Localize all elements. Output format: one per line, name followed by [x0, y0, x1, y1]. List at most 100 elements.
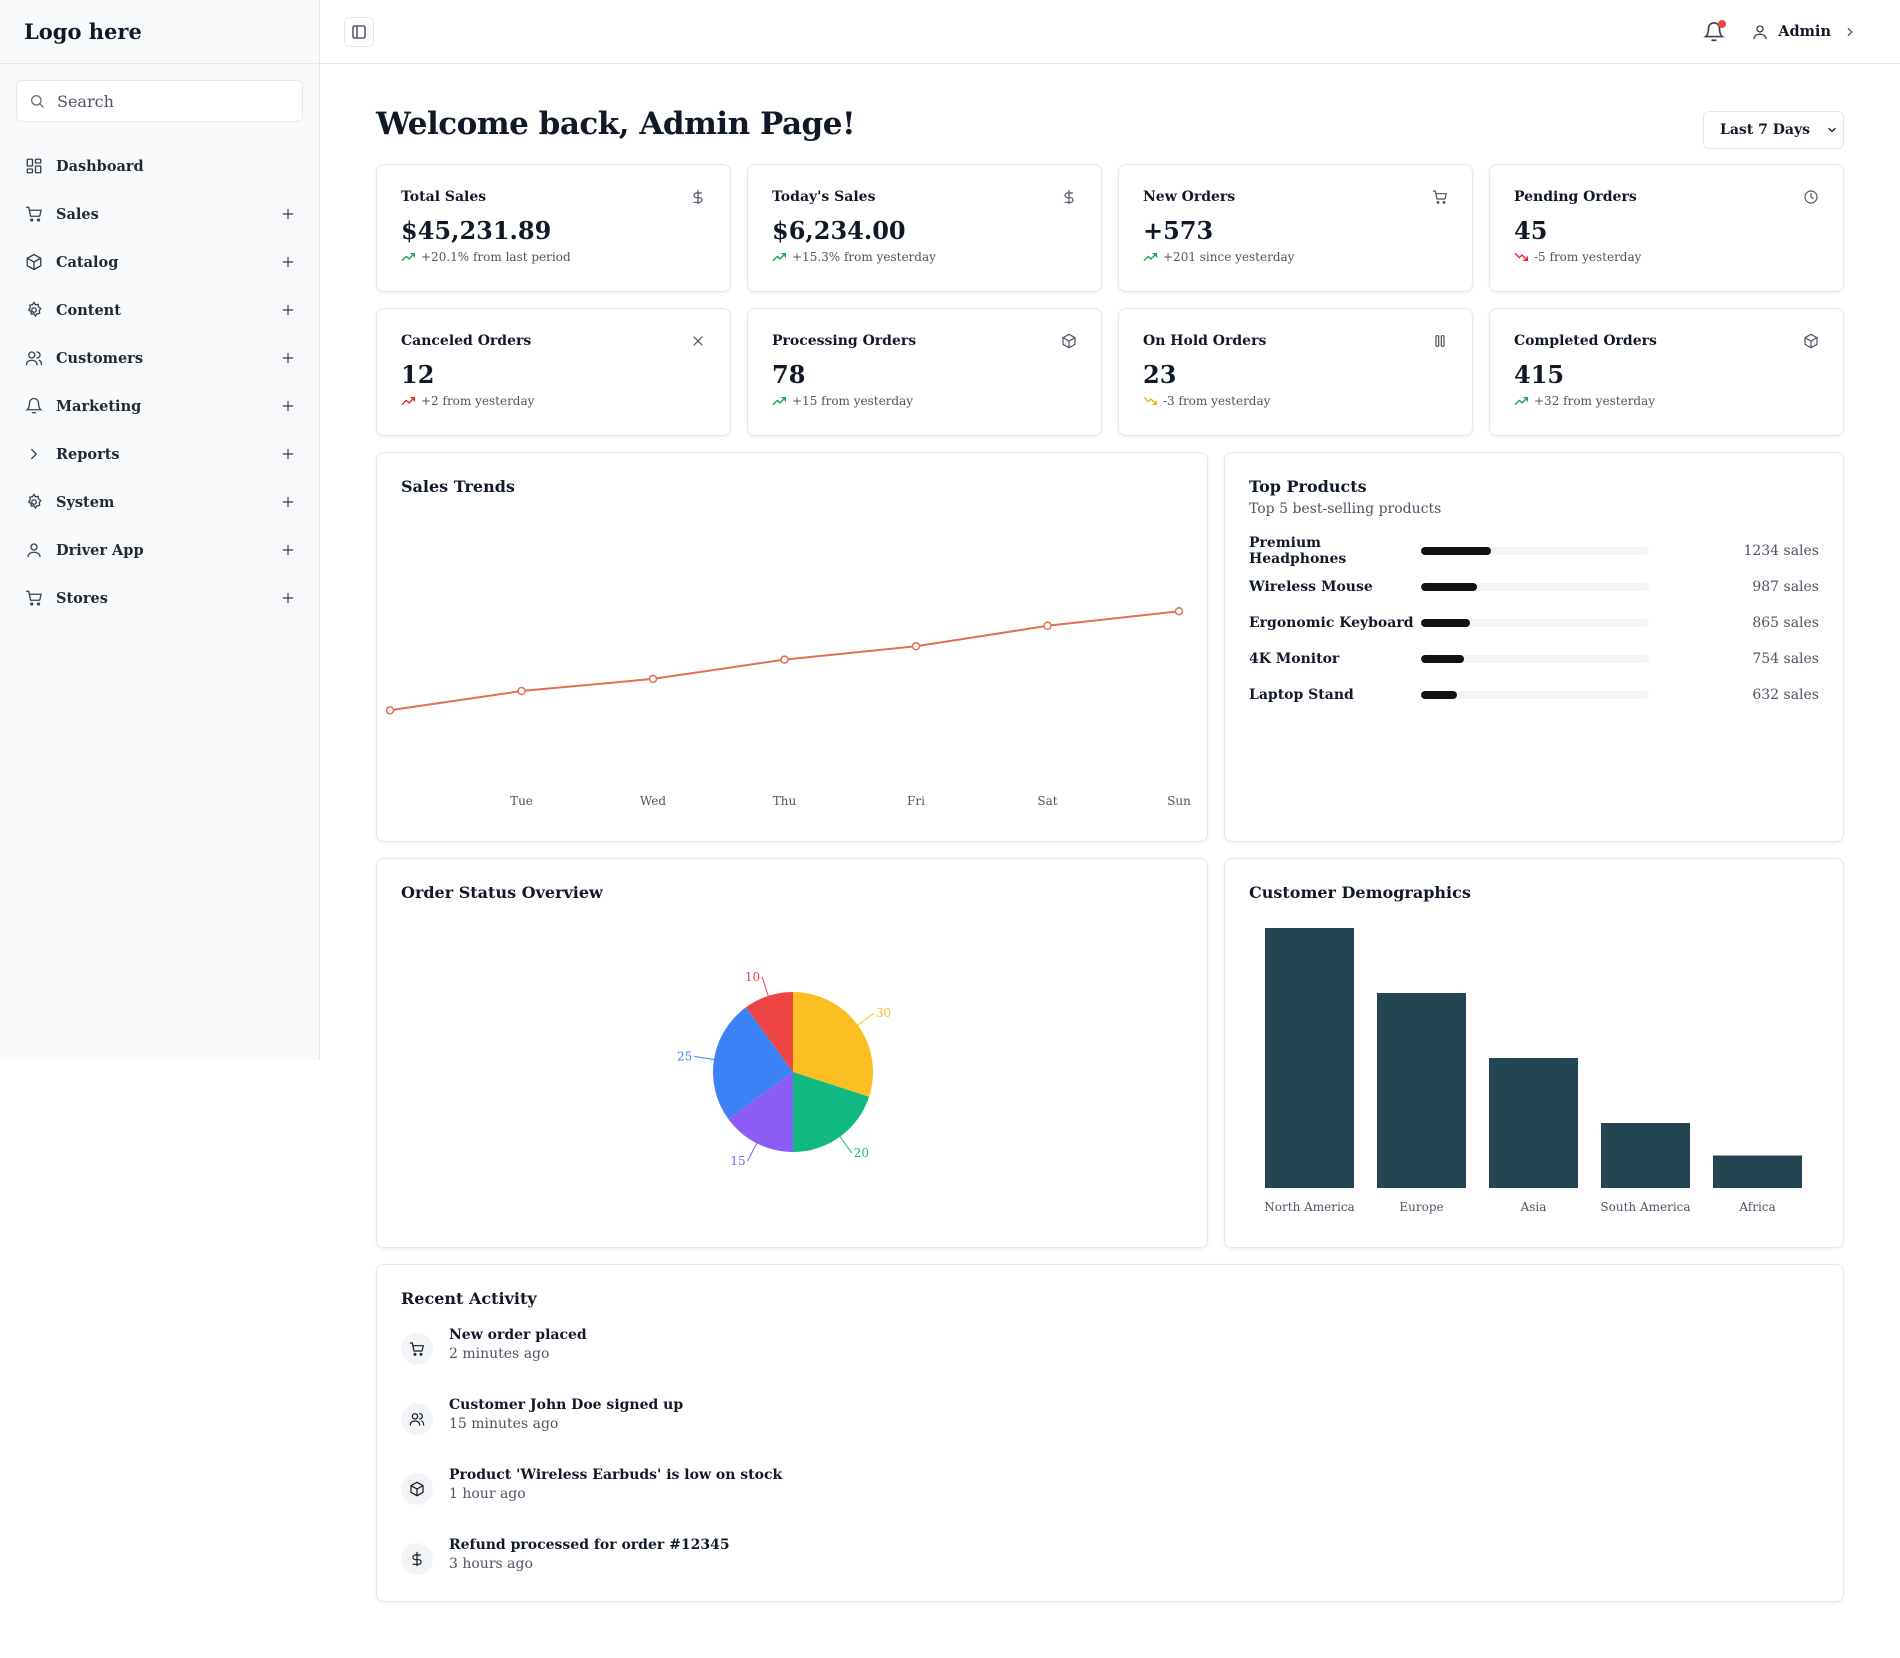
sidebar-item-label: System	[56, 493, 115, 511]
plus-icon[interactable]	[281, 207, 295, 221]
plus-icon[interactable]	[281, 399, 295, 413]
x-tick-label: Asia	[1520, 1200, 1547, 1214]
demographics-bar	[1601, 1123, 1690, 1188]
stat-title: Today's Sales	[772, 189, 876, 205]
package-icon	[24, 252, 44, 272]
product-bar-fill	[1421, 619, 1471, 627]
sidebar-nav: Dashboard Sales Catalog Content Customer…	[0, 142, 319, 622]
x-tick-label: Wed	[640, 794, 666, 808]
sidebar-toggle-button[interactable]	[344, 16, 374, 47]
stat-title: On Hold Orders	[1143, 333, 1267, 349]
product-bar-fill	[1421, 547, 1492, 555]
user-menu-button[interactable]: Admin	[1751, 23, 1866, 41]
dollar-icon	[1061, 189, 1077, 205]
stat-value: +573	[1143, 216, 1214, 245]
activity-item: Customer John Doe signed up 15 minutes ag…	[401, 1397, 683, 1435]
product-sales: 865 sales	[1752, 615, 1819, 631]
stat-change: -5 from yesterday	[1514, 249, 1819, 265]
activity-title: Product 'Wireless Earbuds' is low on sto…	[449, 1467, 783, 1483]
search-box	[16, 80, 303, 122]
plus-icon[interactable]	[281, 543, 295, 557]
x-tick-label: Africa	[1738, 1200, 1775, 1214]
sales-trend-point	[517, 686, 526, 696]
activity-item: New order placed 2 minutes ago	[401, 1327, 587, 1365]
gear-icon	[24, 492, 44, 512]
stat-value: 415	[1514, 360, 1565, 389]
sidebar-item-content[interactable]: Content	[0, 286, 319, 334]
product-sales: 632 sales	[1752, 687, 1819, 703]
pause-icon	[1432, 333, 1448, 349]
demographics-bar	[1377, 993, 1466, 1188]
plus-icon[interactable]	[281, 303, 295, 317]
stat-title: Pending Orders	[1514, 189, 1637, 205]
plus-icon[interactable]	[281, 591, 295, 605]
notifications-button[interactable]	[1703, 19, 1727, 43]
stat-title: Canceled Orders	[401, 333, 532, 349]
customer-demographics-chart: North America Europe Asia South America Afri…	[1264, 928, 1802, 1214]
sidebar-item-label: Marketing	[56, 397, 142, 415]
package-icon	[1061, 333, 1077, 349]
plus-icon[interactable]	[281, 447, 295, 461]
sidebar-item-marketing[interactable]: Marketing	[0, 382, 319, 430]
clock-icon	[1803, 189, 1819, 205]
sidebar-item-dashboard[interactable]: Dashboard	[0, 142, 319, 190]
sales-trend-point	[780, 655, 789, 664]
stat-title: Completed Orders	[1514, 333, 1657, 349]
sidebar-item-sales[interactable]: Sales	[0, 190, 319, 238]
cart-icon	[24, 204, 44, 224]
sidebar-item-system[interactable]: System	[0, 478, 319, 526]
sidebar-item-driver-app[interactable]: Driver App	[0, 526, 319, 574]
package-icon	[401, 1473, 433, 1505]
activity-item: Product 'Wireless Earbuds' is low on sto…	[401, 1467, 782, 1505]
stat-change: +15.3% from yesterday	[772, 249, 1077, 265]
trend-icon	[1143, 397, 1157, 405]
stat-change-text: +32 from yesterday	[1534, 394, 1656, 408]
stat-card: On Hold Orders 23 -3 from yesterday	[1118, 308, 1473, 436]
activity-text: Customer John Doe signed up 15 minutes ag…	[449, 1397, 683, 1432]
stat-change-text: -5 from yesterday	[1534, 250, 1642, 264]
search-input[interactable]	[57, 91, 277, 111]
stat-card: Completed Orders 415 +32 from yesterday	[1489, 308, 1844, 436]
product-name: Wireless Mouse	[1249, 579, 1373, 595]
plus-icon[interactable]	[281, 255, 295, 269]
trend-icon	[401, 253, 415, 261]
sidebar-toggle-icon	[352, 24, 366, 39]
user-icon	[24, 540, 44, 560]
sales-trend-point	[385, 706, 395, 715]
chevron-right-icon	[24, 444, 44, 464]
sidebar-item-catalog[interactable]: Catalog	[0, 238, 319, 286]
sidebar-item-label: Catalog	[56, 253, 119, 271]
stat-change-text: +15.3% from yesterday	[792, 250, 936, 264]
product-bar-track	[1421, 547, 1649, 555]
chevron-right-icon	[1847, 27, 1853, 36]
activity-time: 3 hours ago	[449, 1556, 533, 1572]
pie-label-line	[761, 976, 769, 997]
sidebar-item-label: Sales	[56, 205, 99, 223]
plus-icon[interactable]	[281, 495, 295, 509]
date-range-select[interactable]: Last 7 Days	[1703, 111, 1844, 149]
sales-trend-point	[648, 674, 658, 684]
product-bar-track	[1421, 583, 1649, 591]
sidebar-item-reports[interactable]: Reports	[0, 430, 319, 478]
dollar-icon	[401, 1543, 433, 1575]
card-title: Top Products	[1249, 477, 1367, 496]
product-sales: 1234 sales	[1743, 543, 1819, 559]
sidebar-item-customers[interactable]: Customers	[0, 334, 319, 382]
activity-time: 2 minutes ago	[449, 1346, 550, 1362]
stat-change: +20.1% from last period	[401, 249, 706, 265]
sidebar-item-stores[interactable]: Stores	[0, 574, 319, 622]
activity-text: Product 'Wireless Earbuds' is low on sto…	[449, 1467, 782, 1502]
pie-data-label: 20	[854, 1146, 869, 1160]
recent-activity-card: Recent Activity New order placed 2 minute…	[376, 1264, 1844, 1602]
product-bar-fill	[1421, 583, 1478, 591]
date-range-label: Last 7 Days	[1720, 122, 1810, 138]
product-name: Premium Headphones	[1249, 535, 1347, 567]
plus-icon[interactable]	[281, 351, 295, 365]
users-icon	[24, 348, 44, 368]
stat-change-text: +201 since yesterday	[1163, 250, 1295, 264]
dollar-icon	[690, 189, 706, 205]
gear-icon	[24, 300, 44, 320]
x-tick-label: North America	[1264, 1200, 1354, 1214]
trend-icon	[772, 397, 786, 405]
activity-title: Refund processed for order #12345	[449, 1537, 730, 1553]
